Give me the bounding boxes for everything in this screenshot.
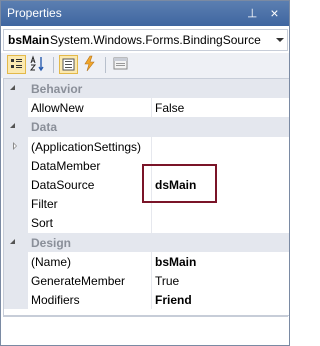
property-row-name[interactable]: (Name) bsMain: [4, 251, 289, 271]
category-data[interactable]: Data: [4, 117, 289, 137]
property-name: GenerateMember: [31, 273, 126, 288]
property-name: Filter: [31, 197, 58, 212]
property-name: (Name): [31, 254, 72, 269]
property-row-allownew[interactable]: AllowNew False: [4, 98, 289, 118]
row-gutter: [4, 98, 28, 118]
description-pane: [3, 316, 288, 345]
expand-arrow-icon[interactable]: [13, 141, 17, 150]
properties-window: Properties ⊣ × bsMain System.Windows.For…: [0, 0, 290, 346]
row-gutter: [4, 155, 28, 175]
pin-icon: ⊣: [245, 7, 260, 19]
category-label: Design: [31, 235, 72, 250]
toolbar-separator: [53, 57, 54, 73]
close-button[interactable]: ×: [267, 5, 282, 21]
category-label: Data: [31, 120, 58, 135]
categorized-icon: [11, 59, 22, 68]
row-gutter: [4, 194, 28, 214]
cell-divider: [151, 136, 152, 156]
property-value[interactable]: bsMain: [155, 255, 196, 269]
window-title: Properties: [7, 6, 62, 20]
property-name: AllowNew: [31, 101, 84, 116]
property-value[interactable]: True: [155, 274, 179, 288]
property-row-generatemember[interactable]: GenerateMember True: [4, 270, 289, 291]
property-pages-button[interactable]: [112, 55, 131, 74]
row-gutter: [4, 270, 28, 291]
alphabetical-button[interactable]: [29, 55, 48, 74]
properties-icon: [62, 58, 75, 71]
expand-collapse-icon[interactable]: [10, 123, 15, 129]
cell-divider: [151, 251, 152, 271]
chevron-down-icon[interactable]: [273, 30, 287, 50]
object-type: System.Windows.Forms.BindingSource: [50, 33, 261, 47]
property-value[interactable]: False: [155, 101, 184, 115]
category-behavior[interactable]: Behavior: [4, 79, 289, 99]
property-name: DataSource: [31, 177, 95, 192]
datasource-highlight-box: [142, 164, 217, 203]
alphabetical-icon: [29, 55, 44, 72]
property-name: Sort: [31, 216, 54, 231]
toolbar-separator: [105, 57, 106, 73]
title-bar: Properties ⊣ ×: [1, 1, 289, 26]
row-gutter: [4, 290, 28, 310]
property-row-applicationsettings[interactable]: (ApplicationSettings): [4, 136, 289, 156]
cell-divider: [151, 270, 152, 291]
object-selector[interactable]: bsMain System.Windows.Forms.BindingSourc…: [3, 29, 288, 51]
cell-divider: [151, 98, 152, 118]
cell-divider: [151, 290, 152, 310]
row-gutter: [4, 251, 28, 271]
pin-button[interactable]: ⊣: [245, 5, 260, 21]
properties-button[interactable]: [59, 55, 78, 74]
property-row-modifiers[interactable]: Modifiers Friend: [4, 290, 289, 310]
object-name: bsMain: [8, 33, 50, 47]
close-icon: ×: [270, 5, 279, 21]
expand-collapse-icon[interactable]: [10, 85, 15, 90]
category-label: Behavior: [31, 82, 83, 96]
events-button[interactable]: [81, 55, 100, 74]
property-name: Modifiers: [31, 293, 80, 308]
events-icon: [84, 55, 95, 72]
expand-collapse-icon[interactable]: [10, 238, 15, 244]
row-gutter: [4, 174, 28, 195]
cell-divider: [151, 213, 152, 233]
row-gutter: [4, 213, 28, 233]
property-value[interactable]: Friend: [155, 293, 192, 307]
categorized-button[interactable]: [7, 55, 26, 74]
category-design[interactable]: Design: [4, 232, 289, 252]
property-pages-icon: [113, 57, 128, 70]
property-name: DataMember: [31, 158, 101, 173]
property-row-sort[interactable]: Sort: [4, 213, 289, 233]
property-toolbar: [1, 53, 289, 78]
property-name: (ApplicationSettings): [31, 139, 142, 154]
